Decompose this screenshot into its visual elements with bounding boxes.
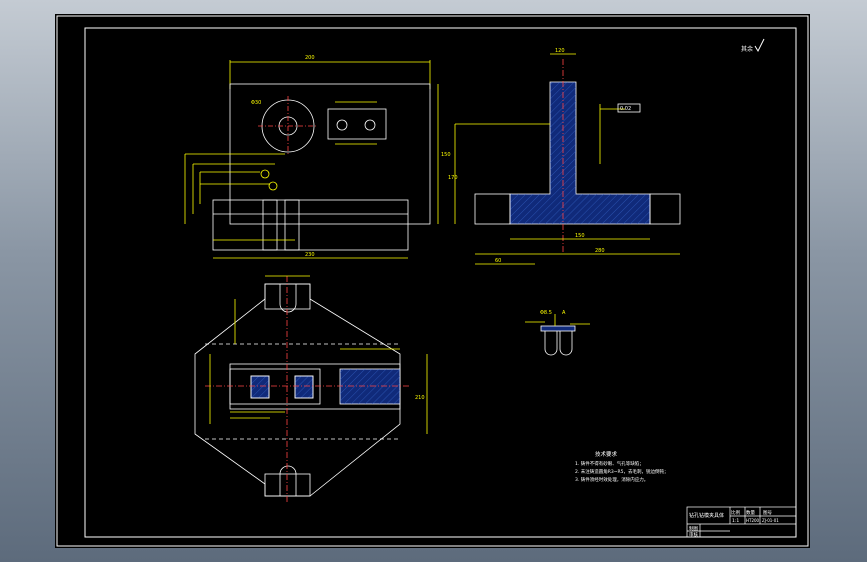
note-3: 3. 铸件须经时效处理，消除内应力。	[575, 476, 648, 483]
qty-value: HT200	[746, 518, 760, 523]
roughness-label: 其余	[741, 45, 753, 53]
part-name: 钻孔钻模夹具体	[689, 512, 724, 519]
checked-by: 审核	[689, 531, 698, 538]
title-block	[686, 506, 797, 538]
front-view	[184, 60, 439, 259]
tol-datum: A	[562, 310, 566, 316]
notes-title: 技术要求	[595, 450, 618, 458]
drawing-sheet: 其余 200 150 230 Φ30 280 150 60 170 0.02 1…	[55, 14, 810, 548]
dim-slot-dia: Φ8.5	[540, 310, 552, 316]
inner-frame	[84, 27, 797, 538]
technical-notes: 技术要求 1. 铸件不得有砂眼、气孔等缺陷； 2. 未注铸造圆角R3~R5，去毛…	[575, 450, 668, 483]
dim-side-total: 280	[595, 248, 605, 254]
dim-hole-dia: Φ30	[251, 100, 261, 106]
note-2: 2. 未注铸造圆角R3~R5，去毛刺，锐边倒钝；	[575, 468, 668, 475]
dim-side-height: 170	[448, 175, 458, 181]
drawn-by: 制图	[689, 525, 698, 532]
detail-view	[525, 314, 590, 356]
drawing-canvas: 其余 200 150 230 Φ30 280 150 60 170 0.02 1…	[56, 15, 809, 547]
plan-view	[194, 275, 428, 502]
outer-border	[56, 15, 809, 547]
dim-plan-width: 210	[415, 395, 425, 401]
col-qty: 数量	[746, 509, 755, 516]
tol-frame-value: 0.02	[620, 106, 631, 112]
ratio-value: 1:1	[732, 518, 739, 524]
dim-top-width: 120	[555, 48, 565, 54]
dim-side-left: 60	[495, 258, 501, 264]
dim-front-width: 200	[305, 55, 315, 61]
note-1: 1. 铸件不得有砂眼、气孔等缺陷；	[575, 460, 644, 467]
drawing-no-value: ZJ-01-01	[762, 518, 779, 523]
dim-front-height: 150	[441, 152, 451, 158]
dim-side-mid: 150	[575, 233, 585, 239]
dim-base-width: 230	[305, 252, 315, 258]
cad-viewport[interactable]: 其余 200 150 230 Φ30 280 150 60 170 0.02 1…	[0, 0, 867, 562]
col-drawing-no: 图号	[763, 510, 772, 516]
side-view	[454, 53, 681, 265]
roughness-symbol: 其余	[741, 38, 765, 53]
col-ratio: 比例	[731, 509, 740, 516]
